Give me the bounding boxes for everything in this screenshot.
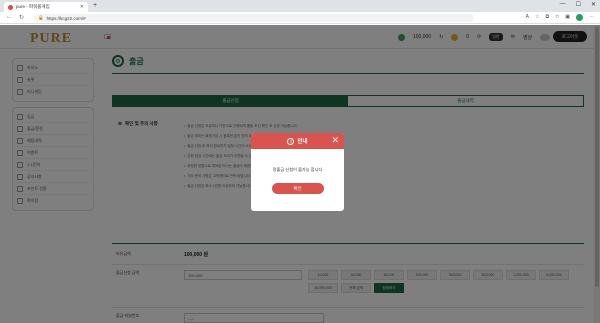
new-tab-button[interactable]: + xyxy=(93,2,97,10)
extensions-icon[interactable]: ⧉ xyxy=(545,14,549,21)
profile-avatar[interactable] xyxy=(576,14,583,21)
window-close-icon[interactable]: ✕ xyxy=(591,1,596,8)
modal-message: 정출금 신청이 불가능 합니다 xyxy=(272,167,323,172)
modal-header: ! 안내 ✕ xyxy=(251,133,344,149)
url-field[interactable]: 🔒 https://kcg22.com/# xyxy=(34,14,474,22)
browser-tabbar: pure - 파워볼게임 ✕ + — ☐ ✕ xyxy=(0,0,600,12)
collections-icon[interactable]: ▣ xyxy=(565,14,570,21)
back-icon[interactable]: ← xyxy=(6,14,12,21)
browser-tab[interactable]: pure - 파워볼게임 ✕ xyxy=(4,2,88,12)
font-icon[interactable]: A xyxy=(526,14,529,21)
menu-icon[interactable]: ⋯ xyxy=(589,14,594,21)
tab-title: pure - 파워볼게임 xyxy=(16,4,50,9)
info-icon: ! xyxy=(287,137,295,145)
notice-modal: ! 안내 ✕ 정출금 신청이 불가능 합니다 확인 xyxy=(251,133,344,211)
url-text: https://kcg22.com/# xyxy=(46,15,86,21)
lock-icon: 🔒 xyxy=(38,15,44,20)
address-bar: ← ↻ 🔒 https://kcg22.com/# A ☆ ⧉ ✩ ▣ ⋯ xyxy=(0,12,600,24)
favicon-icon xyxy=(8,4,13,10)
browser-tools: A ☆ ⧉ ✩ ▣ ⋯ xyxy=(526,14,594,21)
reload-icon[interactable]: ↻ xyxy=(19,14,24,21)
star-icon[interactable]: ☆ xyxy=(535,14,539,21)
close-icon[interactable]: ✕ xyxy=(331,136,339,145)
tab-close-icon[interactable]: ✕ xyxy=(80,4,84,10)
window-controls: — ☐ ✕ xyxy=(560,1,596,8)
nav-buttons: ← ↻ xyxy=(0,14,24,21)
modal-title: 안내 xyxy=(297,139,308,145)
confirm-button[interactable]: 확인 xyxy=(271,183,324,194)
minimize-icon[interactable]: — xyxy=(560,1,566,8)
maximize-icon[interactable]: ☐ xyxy=(576,1,581,8)
favorites-icon[interactable]: ✩ xyxy=(555,14,559,21)
